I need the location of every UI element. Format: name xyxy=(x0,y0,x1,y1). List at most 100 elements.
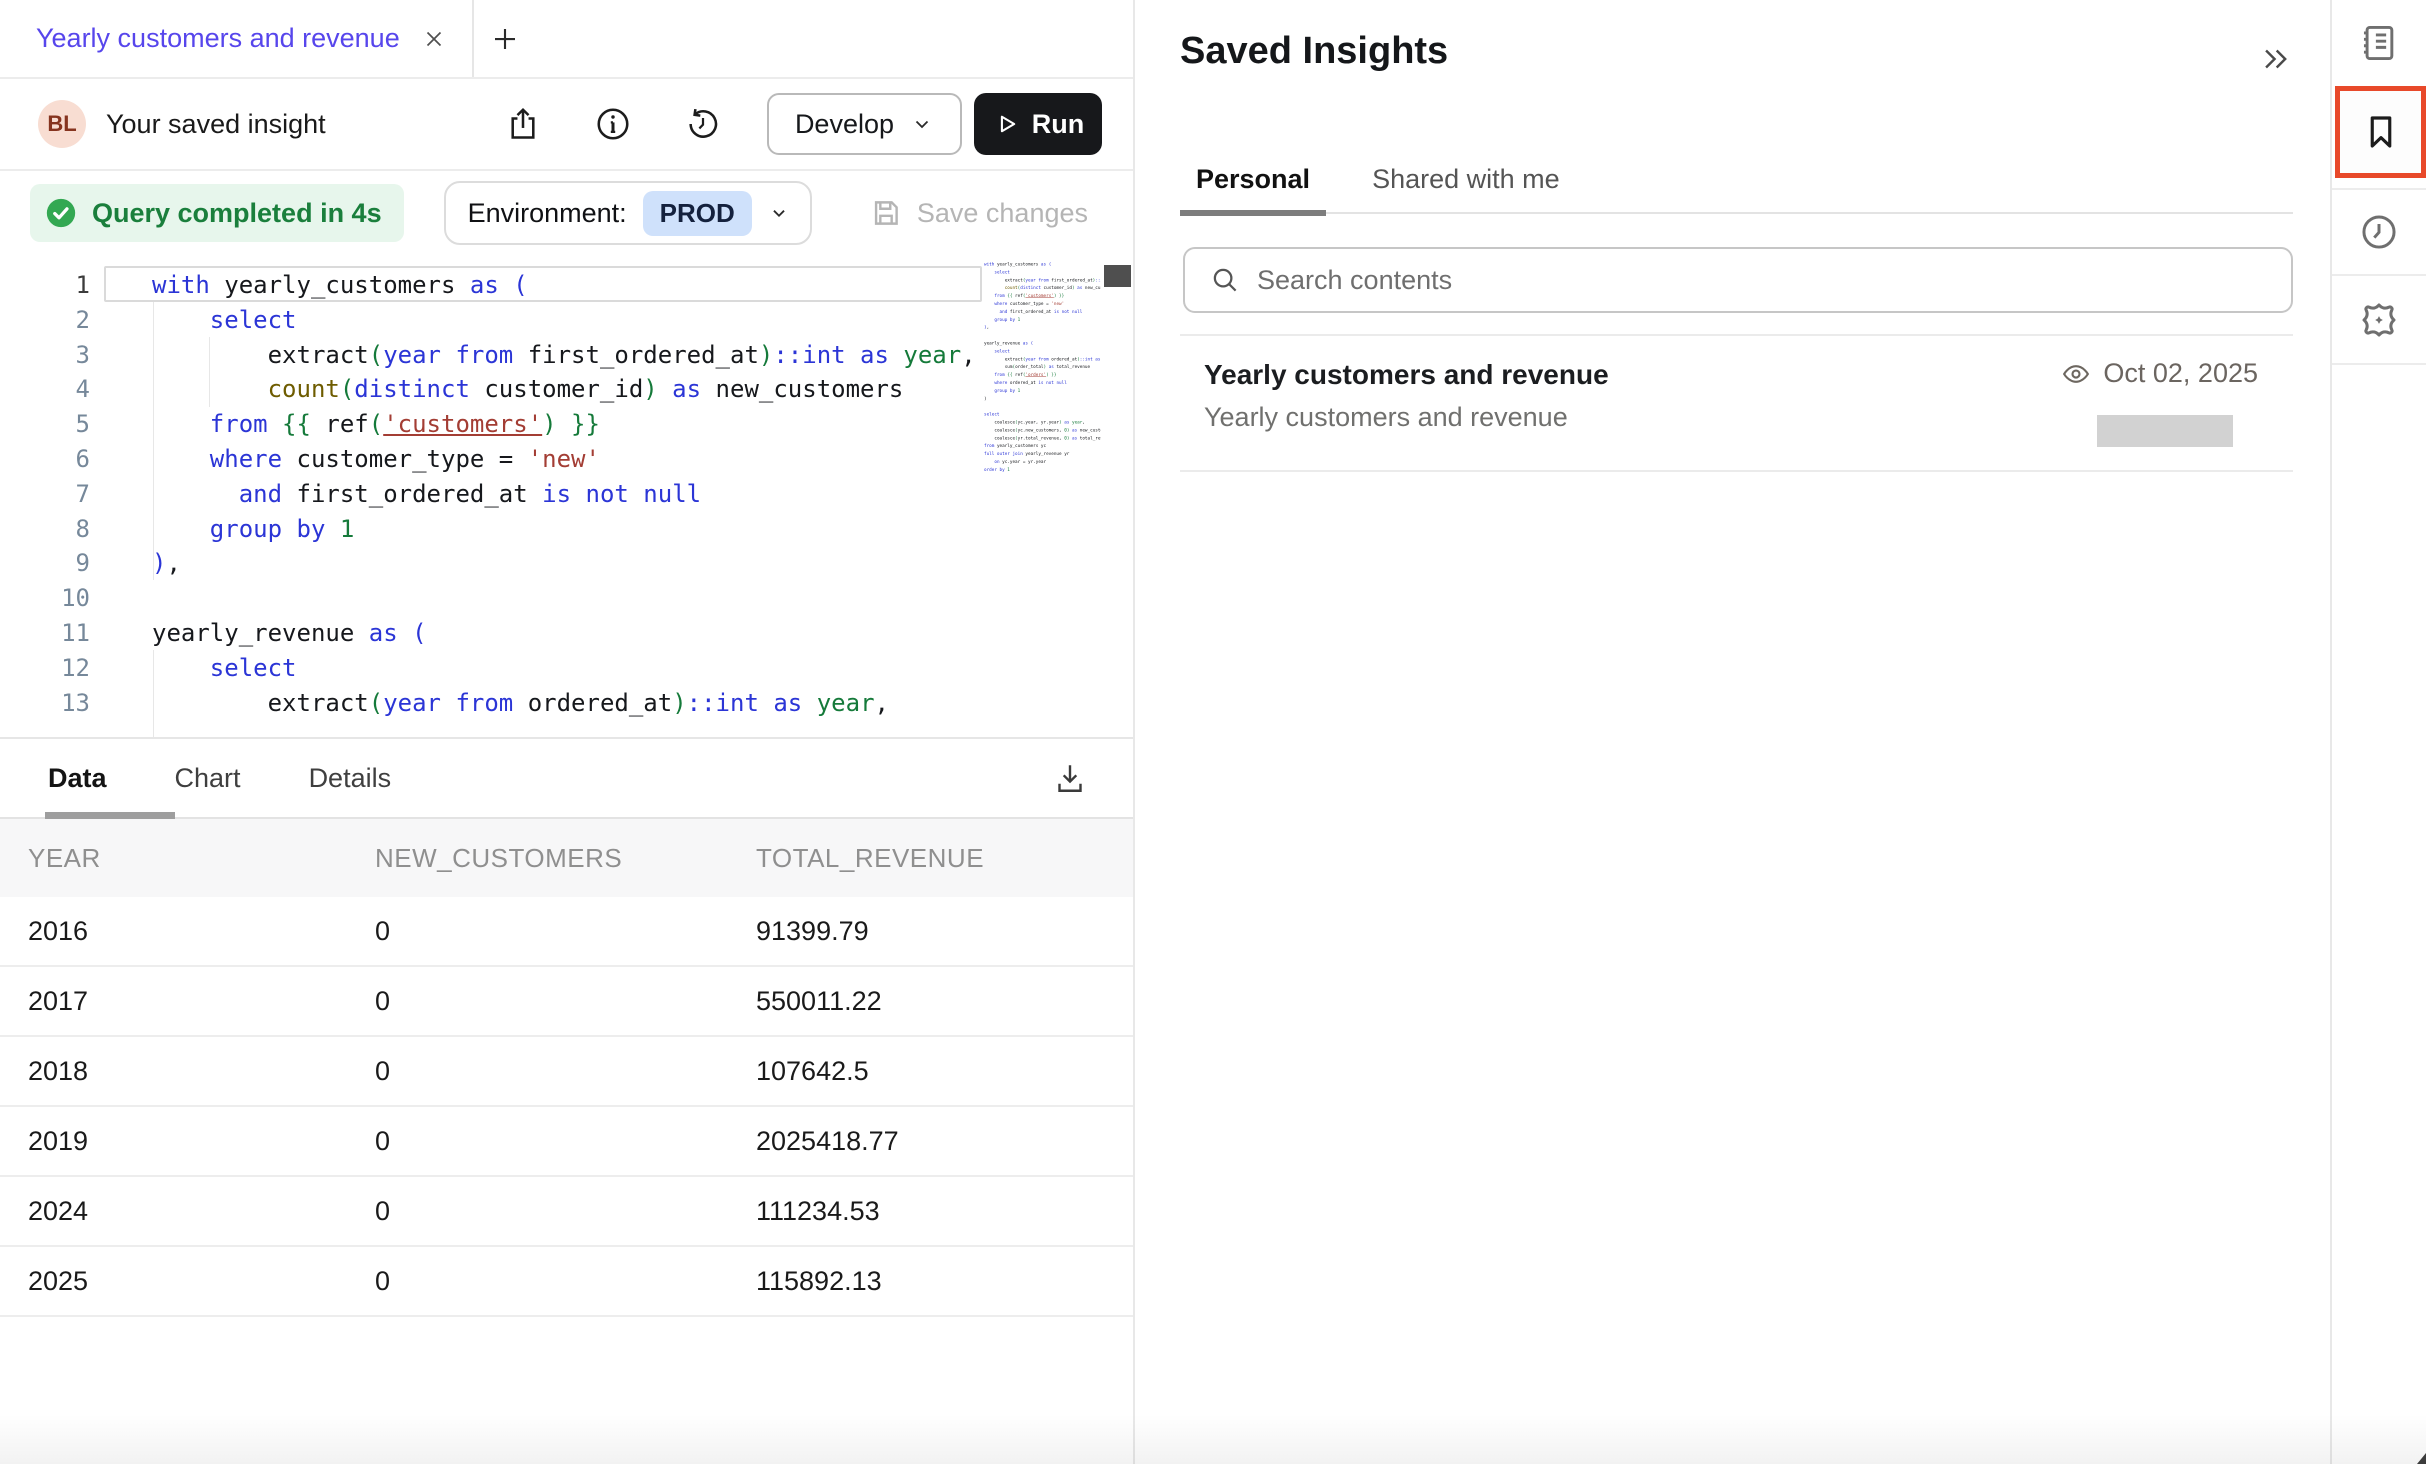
app-window: Yearly customers and revenue BL Your sav… xyxy=(0,0,2426,1464)
code-line: and first_ordered_at is not null xyxy=(104,477,982,512)
table-row[interactable]: 2016091399.79 xyxy=(0,897,1133,967)
run-button[interactable]: Run xyxy=(974,93,1102,155)
column-header-new-customers: NEW_CUSTOMERS xyxy=(375,843,756,874)
new-tab-button[interactable] xyxy=(474,0,536,77)
saved-insights-nav-button[interactable] xyxy=(2335,86,2426,178)
insight-date: Oct 02, 2025 xyxy=(2103,358,2258,389)
code-line: group by 1 xyxy=(104,512,982,547)
table-cell: 0 xyxy=(375,986,756,1017)
column-header-total-revenue: TOTAL_REVENUE xyxy=(756,843,1133,874)
table-row[interactable]: 20240111234.53 xyxy=(0,1177,1133,1247)
info-button[interactable] xyxy=(591,102,635,146)
table-cell: 0 xyxy=(375,916,756,947)
sql-editor[interactable]: 12345678910111213 with yearly_customers … xyxy=(0,255,1133,739)
saved-insights-panel: Saved Insights Personal Shared with me Y… xyxy=(1135,0,2330,1464)
close-tab-icon[interactable] xyxy=(422,27,446,51)
editor-tab-bar: Yearly customers and revenue xyxy=(0,0,1133,79)
code-area: with yearly_customers as ( select extrac… xyxy=(104,268,982,720)
tab-personal[interactable]: Personal xyxy=(1180,158,1326,214)
line-number: 7 xyxy=(0,477,90,512)
query-panel: Yearly customers and revenue BL Your sav… xyxy=(0,0,1135,1464)
minimap[interactable]: with yearly_customers as ( select extrac… xyxy=(984,261,1101,731)
table-cell: 2025418.77 xyxy=(756,1126,1133,1157)
code-line: with yearly_customers as ( xyxy=(104,268,982,303)
search-input[interactable] xyxy=(1183,247,2293,313)
develop-label: Develop xyxy=(795,109,894,140)
results-table-body: 2016091399.7920170550011.2220180107642.5… xyxy=(0,897,1133,1317)
save-changes-button[interactable]: Save changes xyxy=(869,196,1088,230)
table-row[interactable]: 20180107642.5 xyxy=(0,1037,1133,1107)
table-row[interactable]: 20250115892.13 xyxy=(0,1247,1133,1317)
code-line: count(distinct customer_id) as new_custo… xyxy=(104,372,982,407)
tab-data[interactable]: Data xyxy=(48,763,107,794)
insight-toolbar: BL Your saved insight Develop Run xyxy=(0,79,1133,171)
tab-details[interactable]: Details xyxy=(309,763,392,794)
environment-label: Environment: xyxy=(468,198,627,229)
code-line: on yc.year = yr.year xyxy=(984,458,1101,466)
insight-list-item[interactable]: Yearly customers and revenueYearly custo… xyxy=(1180,336,2293,472)
chevron-down-icon xyxy=(910,112,934,136)
code-line: order by 1 xyxy=(984,466,1101,474)
indent-guide xyxy=(153,650,154,739)
right-icon-sidebar xyxy=(2330,0,2426,1464)
share-button[interactable] xyxy=(501,102,545,146)
code-line: from {{ ref('customers') }} xyxy=(984,293,1101,301)
tab-personal-label: Personal xyxy=(1196,164,1310,195)
code-line: select xyxy=(104,303,982,338)
code-line: extract(year from first_ordered_at)::int… xyxy=(984,277,1101,285)
code-line: group by 1 xyxy=(984,387,1101,395)
environment-select[interactable]: Environment: PROD xyxy=(444,181,812,245)
insight-meta: Oct 02, 2025 xyxy=(2061,358,2258,389)
table-cell: 2018 xyxy=(0,1056,375,1087)
table-cell: 2024 xyxy=(0,1196,375,1227)
line-number: 8 xyxy=(0,512,90,547)
table-cell: 2025 xyxy=(0,1266,375,1297)
eye-icon xyxy=(2061,359,2091,389)
minimap-code: with yearly_customers as ( select extrac… xyxy=(984,261,1101,474)
code-line: select xyxy=(984,269,1101,277)
tab-shared-with-me[interactable]: Shared with me xyxy=(1356,158,1576,214)
history-nav-button[interactable] xyxy=(2332,190,2426,274)
table-cell: 91399.79 xyxy=(756,916,1133,947)
code-line: extract(year from first_ordered_at)::int… xyxy=(104,338,982,373)
download-button[interactable] xyxy=(1048,756,1092,800)
notebook-nav-button[interactable] xyxy=(2332,0,2426,86)
code-line: ), xyxy=(984,324,1101,332)
code-line: coalesce(yc.new_customers, 0) as new_cus… xyxy=(984,427,1101,435)
line-number: 9 xyxy=(0,546,90,581)
results-tab-bar: Data Chart Details xyxy=(0,739,1133,819)
line-number: 1 xyxy=(0,268,90,303)
chevron-down-icon xyxy=(768,202,790,224)
insights-tab-bar: Personal Shared with me xyxy=(1180,158,2293,214)
code-line: from {{ ref('customers') }} xyxy=(104,407,982,442)
table-cell: 2016 xyxy=(0,916,375,947)
code-line: where customer_type = 'new' xyxy=(104,442,982,477)
editor-scrollbar-thumb[interactable] xyxy=(1104,265,1131,287)
code-line: sum(order_total) as total_revenue xyxy=(984,364,1101,372)
sidebar-divider xyxy=(2332,363,2426,365)
table-row[interactable]: 201902025418.77 xyxy=(0,1107,1133,1177)
develop-dropdown[interactable]: Develop xyxy=(767,93,962,155)
table-cell: 107642.5 xyxy=(756,1056,1133,1087)
table-cell: 2019 xyxy=(0,1126,375,1157)
tab-shared-with-me-label: Shared with me xyxy=(1372,164,1560,195)
run-label: Run xyxy=(1032,109,1084,140)
line-number: 13 xyxy=(0,686,90,721)
collapse-panel-button[interactable] xyxy=(2259,42,2293,76)
table-cell: 0 xyxy=(375,1196,756,1227)
save-icon xyxy=(869,196,903,230)
line-number: 10 xyxy=(0,581,90,616)
plus-icon xyxy=(490,24,520,54)
history-button[interactable] xyxy=(681,102,725,146)
tab-yearly-customers-and-revenue[interactable]: Yearly customers and revenue xyxy=(0,0,472,77)
code-line: with yearly_customers as ( xyxy=(984,261,1101,269)
code-line: and first_ordered_at is not null xyxy=(984,308,1101,316)
history-clock-icon xyxy=(2358,211,2400,253)
bookmark-icon xyxy=(2360,111,2402,153)
dbt-nav-button[interactable] xyxy=(2332,276,2426,363)
code-line: extract(year from ordered_at)::int as ye… xyxy=(104,686,982,721)
code-line: select xyxy=(984,411,1101,419)
query-status-bar: Query completed in 4s Environment: PROD … xyxy=(0,171,1133,255)
table-row[interactable]: 20170550011.22 xyxy=(0,967,1133,1037)
tab-chart[interactable]: Chart xyxy=(175,763,241,794)
